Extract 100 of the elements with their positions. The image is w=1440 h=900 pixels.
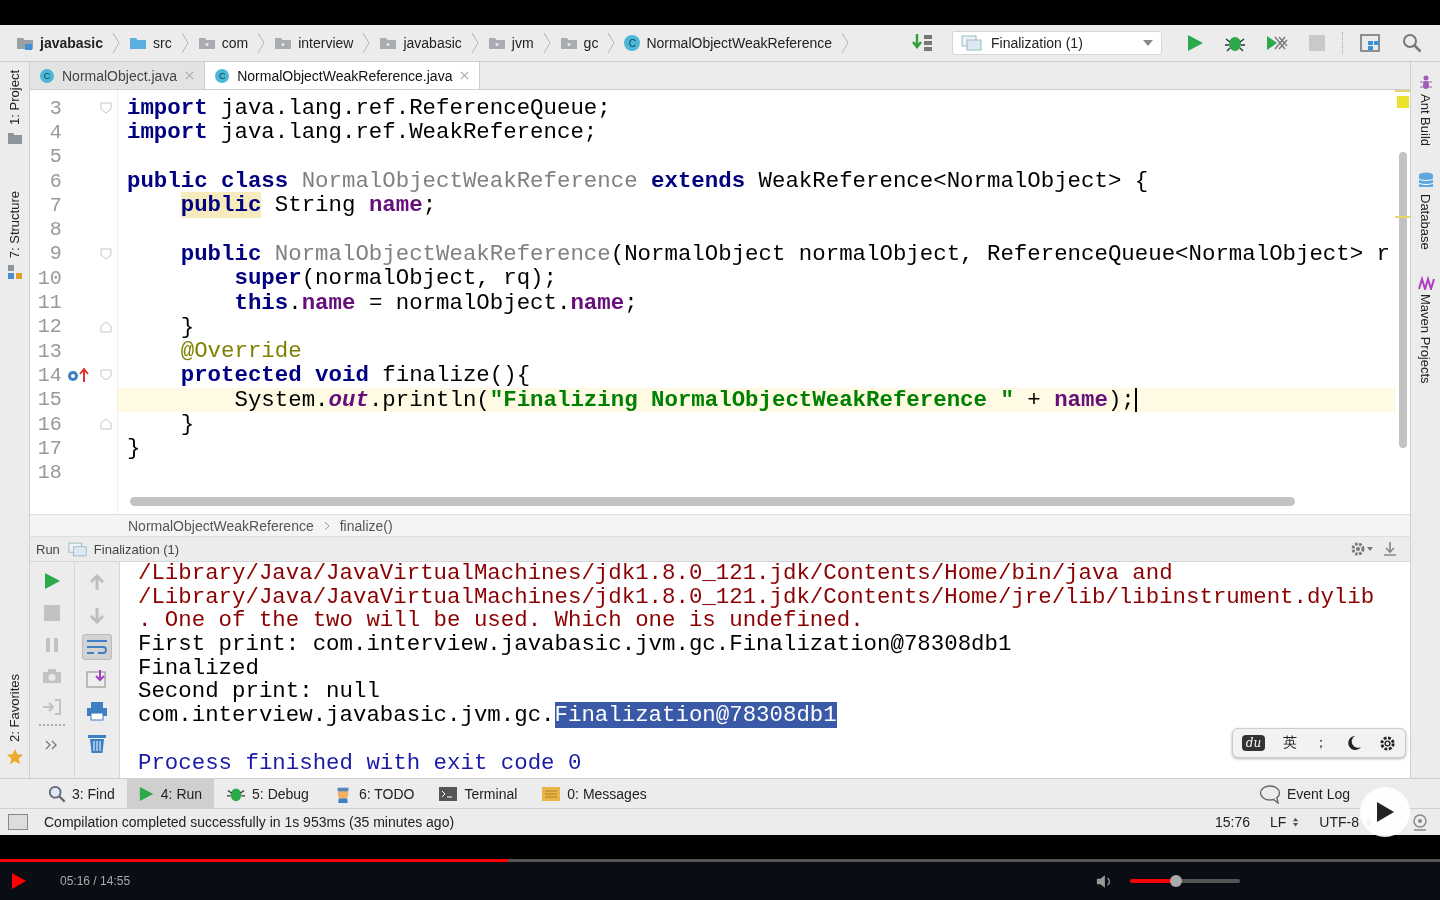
more-icon[interactable] [45, 740, 59, 750]
windows-icon [67, 541, 88, 557]
line-number: 4 [48, 120, 62, 144]
breadcrumb-item[interactable]: NormalObjectWeakReference [128, 517, 314, 534]
build-icon[interactable] [912, 33, 934, 53]
coverage-icon[interactable] [1266, 33, 1288, 53]
folder-icon [129, 36, 148, 50]
play-icon[interactable] [12, 873, 26, 889]
stop-icon [1308, 34, 1326, 52]
code-line: public class NormalObjectWeakReference extends WeakReference<NormalObject> { [127, 168, 1149, 195]
play-icon [1375, 801, 1395, 823]
console-line: Process finished with exit code 0 [138, 749, 582, 776]
folder-icon [6, 130, 23, 145]
event-log-button[interactable]: Event Log [1246, 779, 1440, 808]
vertical-scrollbar[interactable] [1398, 152, 1407, 448]
fold-marker-icon[interactable] [100, 320, 113, 333]
chevron-icon [323, 520, 330, 531]
run-configuration-dropdown[interactable]: Finalization (1) [952, 31, 1162, 55]
inspector-icon[interactable] [1410, 812, 1430, 832]
console-line: /Library/Java/JavaVirtualMachines/jdk1.8.0_121.jdk/Contents/Home/jre/lib/libinstrument.dylib [138, 583, 1375, 610]
tool-window-button[interactable]: 0: Messages [529, 779, 659, 808]
breadcrumb-item[interactable]: gc [557, 35, 601, 51]
dropdown-arrow-icon [1143, 40, 1153, 46]
breadcrumb-item[interactable]: jvm [485, 35, 536, 51]
text-caret [1134, 387, 1137, 412]
editor-tab[interactable]: C NormalObject.java [30, 62, 206, 89]
project-structure-icon[interactable] [1360, 33, 1382, 53]
tool-windows-toggle-icon[interactable] [8, 814, 28, 830]
line-number: 3 [48, 96, 62, 120]
chevron-icon [112, 32, 121, 54]
line-number: 17 [36, 436, 62, 460]
code-line: } [179, 313, 195, 340]
chevron-icon [470, 32, 479, 54]
breadcrumb-item[interactable]: javabasic [377, 35, 464, 51]
settings-icon[interactable] [1379, 734, 1397, 752]
updown-icon [1292, 816, 1300, 828]
search-icon[interactable] [1402, 33, 1422, 53]
module-folder-icon [16, 36, 34, 50]
scroll-to-end-icon [86, 669, 108, 689]
code-line: System.out.println("Finalizing NormalObjectWeakReference " + name); [233, 386, 1135, 413]
play-overlay-button[interactable] [1360, 787, 1410, 837]
up-arrow-icon [88, 574, 106, 592]
language-toggle[interactable]: 英 [1282, 734, 1297, 752]
pin-icon[interactable] [1382, 541, 1398, 557]
fold-marker-icon[interactable] [100, 247, 113, 260]
breadcrumb-item[interactable]: finalize() [339, 517, 393, 534]
code-line: public NormalObjectWeakReference(NormalObject normalObject, ReferenceQueue<NormalObject> r [179, 240, 1391, 267]
chevron-icon [841, 32, 850, 54]
ant-icon [1417, 74, 1434, 90]
warning-marker[interactable] [1396, 96, 1409, 108]
horizontal-scrollbar[interactable] [130, 497, 1295, 506]
console-line: /Library/Java/JavaVirtualMachines/jdk1.8.0_121.jdk/Contents/Home/bin/java and [138, 562, 1173, 586]
breadcrumb-item[interactable]: src [127, 35, 174, 51]
run-tab[interactable]: Finalization (1) [67, 541, 180, 557]
tool-window-tab[interactable]: Ant Build [1418, 94, 1433, 147]
tool-window-tab[interactable]: Maven Projects [1418, 293, 1433, 384]
breadcrumb-item[interactable]: C NormalObjectWeakReference [622, 35, 835, 51]
close-icon[interactable] [185, 71, 195, 80]
tool-window-tab[interactable]: 7: Structure [7, 190, 22, 259]
breadcrumb-item[interactable]: javabasic [14, 35, 106, 51]
run-icon[interactable] [43, 572, 61, 590]
editor-tab[interactable]: C NormalObjectWeakReference.java [205, 62, 481, 89]
line-separator[interactable]: LF [1270, 814, 1287, 830]
close-icon[interactable] [460, 71, 470, 80]
volume-icon[interactable] [1096, 873, 1112, 889]
run-icon[interactable] [1186, 34, 1204, 52]
code-line: } [127, 435, 141, 462]
fold-marker-icon[interactable] [100, 102, 113, 115]
panel-title: Run [36, 541, 60, 557]
speech-bubble-icon [1258, 783, 1281, 804]
breadcrumb-item[interactable]: com [195, 35, 251, 51]
tool-window-tab[interactable]: 2: Favorites [7, 674, 22, 742]
tool-window-tab[interactable]: Database [1418, 194, 1433, 250]
folder-icon [487, 36, 506, 50]
messages-icon [541, 785, 562, 802]
caret-position[interactable]: 15:76 [1214, 814, 1250, 830]
tool-window-button[interactable]: 5: Debug [214, 779, 321, 808]
code-line: protected void finalize(){ [179, 362, 531, 389]
input-method-logo[interactable]: du [1241, 735, 1266, 751]
line-number: 7 [48, 193, 62, 217]
tool-window-button[interactable]: Terminal [426, 779, 530, 808]
printer-icon [86, 701, 108, 721]
fold-marker-icon[interactable] [100, 369, 113, 382]
line-number: 12 [36, 315, 62, 339]
moon-icon[interactable] [1345, 735, 1362, 751]
wrap-button[interactable] [82, 634, 112, 660]
tool-window-tab[interactable]: 1: Project [7, 70, 22, 125]
punctuation-toggle[interactable]: ； [1314, 734, 1329, 752]
folder-icon [197, 36, 216, 50]
tool-window-button[interactable]: 6: TODO [320, 779, 427, 808]
status-message: Compilation completed successfully in 1s 953ms (35 minutes ago) [44, 814, 455, 830]
tool-window-button[interactable]: 4: Run [126, 779, 215, 808]
video-progress-bar[interactable] [0, 859, 1440, 862]
tool-window-button[interactable]: 3: Find [36, 779, 127, 808]
console-line: Second print: null [138, 678, 380, 705]
fold-marker-icon[interactable] [100, 418, 113, 430]
breadcrumb-item[interactable]: interview [272, 35, 356, 51]
file-encoding[interactable]: UTF-8 [1319, 814, 1359, 830]
line-number: 18 [36, 461, 62, 485]
override-icon[interactable] [66, 366, 91, 385]
